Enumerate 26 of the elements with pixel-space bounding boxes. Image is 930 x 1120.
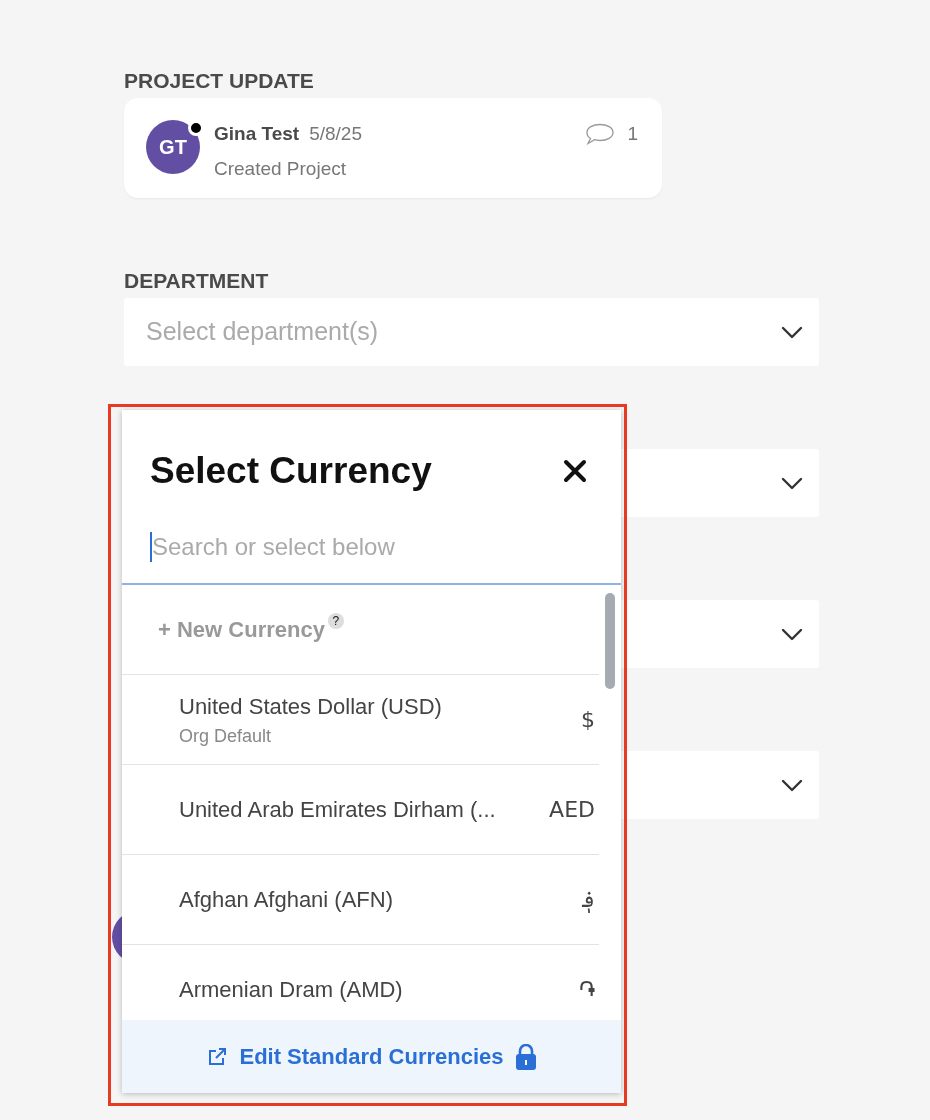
currency-name: Afghan Afghani (AFN) xyxy=(179,886,393,914)
post-date: 5/8/25 xyxy=(309,123,362,144)
currency-note: Org Default xyxy=(179,724,273,748)
currency-symbol: $ xyxy=(580,706,595,734)
help-icon[interactable]: ? xyxy=(327,612,344,629)
comment-count: 1 xyxy=(627,122,638,146)
scrollbar[interactable] xyxy=(605,593,615,689)
popup-title: Select Currency xyxy=(150,448,432,493)
currency-name: Armenian Dram (AMD) xyxy=(179,976,403,1004)
currency-name: United States Dollar (USD) xyxy=(179,692,442,721)
avatar: GT xyxy=(146,120,200,174)
section-label: PROJECT UPDATE xyxy=(124,68,315,94)
author-name: Gina Test xyxy=(214,123,300,144)
currency-name: United Arab Emirates Dirham (... xyxy=(179,796,496,824)
currency-option[interactable]: Afghan Afghani (AFN) ؋ xyxy=(122,855,599,945)
close-button[interactable] xyxy=(563,459,587,483)
external-link-icon xyxy=(207,1046,228,1067)
section-label: DEPARTMENT xyxy=(124,268,270,294)
activity-text: Created Project xyxy=(214,156,347,181)
currency-symbol: ؋ xyxy=(581,886,595,915)
currency-symbol: ֏ xyxy=(578,976,595,1004)
comment-icon[interactable] xyxy=(585,123,616,146)
currency-symbol: AED xyxy=(549,796,595,824)
search-field[interactable]: Search or select below xyxy=(122,510,621,585)
currency-option[interactable]: United States Dollar (USD) Org Default $ xyxy=(122,675,599,765)
currency-option[interactable]: United Arab Emirates Dirham (... AED xyxy=(122,765,599,855)
